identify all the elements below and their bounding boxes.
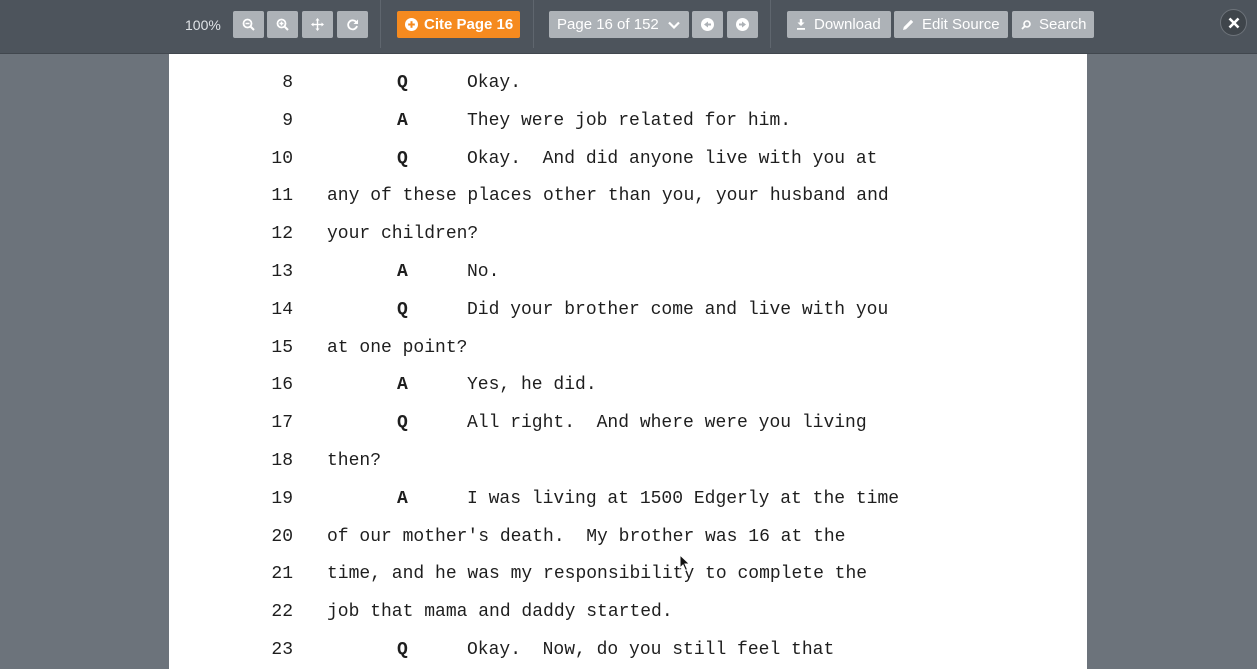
line-text: then?	[327, 451, 382, 471]
line-text: I was living at 1500 Edgerly at the time	[467, 488, 900, 509]
toolbar-divider	[533, 0, 534, 48]
chevron-down-icon	[667, 21, 680, 29]
arrow-left-circle-icon	[701, 18, 714, 31]
transcript-line: 22 job that mama and daddy started.	[169, 589, 1087, 627]
next-page-button[interactable]	[727, 11, 758, 38]
line-number: 18	[271, 451, 293, 471]
line-number: 17	[271, 413, 293, 434]
zoom-in-button[interactable]	[267, 11, 298, 38]
speaker-label: A	[397, 375, 408, 396]
plus-circle-icon	[405, 18, 418, 31]
line-text: Did your brother come and live with you	[467, 299, 889, 320]
rotate-button[interactable]	[337, 11, 368, 38]
transcript-line: 16 A Yes, he did.	[169, 362, 1087, 400]
download-icon	[797, 19, 805, 30]
line-number: 8	[282, 73, 293, 93]
search-icon	[1021, 19, 1031, 30]
close-button[interactable]	[1220, 9, 1247, 36]
speaker-label: A	[397, 262, 408, 282]
line-number: 16	[271, 375, 293, 396]
transcript-line: 9 A They were job related for him.	[169, 98, 1087, 136]
line-number: 14	[271, 299, 293, 320]
zoom-out-button[interactable]	[233, 11, 264, 38]
pencil-icon	[903, 19, 914, 30]
line-number: 12	[271, 224, 293, 245]
line-text: time, and he was my responsibility to co…	[327, 564, 868, 585]
line-number: 9	[282, 110, 293, 131]
search-button[interactable]: Search	[1012, 11, 1094, 38]
transcript-line: 14 Q Did your brother come and live with y…	[169, 287, 1087, 325]
previous-page-button[interactable]	[692, 11, 723, 38]
line-text: They were job related for him.	[467, 110, 792, 131]
line-number: 10	[271, 148, 293, 169]
speaker-label: Q	[397, 148, 408, 169]
transcript-line: 8 Q Okay.	[169, 60, 1087, 98]
line-text: any of these places other than you, your…	[327, 186, 889, 207]
cite-page-button[interactable]: Cite Page 16	[397, 11, 520, 38]
zoom-out-icon	[242, 18, 255, 31]
transcript-line: 17 Q All right. And where were you living	[169, 400, 1087, 438]
toolbar-divider	[770, 0, 771, 48]
transcript-line: 18 then?	[169, 438, 1087, 476]
transcript-line: 20 of our mother's death. My brother was …	[169, 514, 1087, 552]
speaker-label: A	[397, 110, 408, 131]
search-label: Search	[1039, 16, 1087, 33]
close-icon	[1228, 17, 1239, 28]
transcript-line: 15 at one point?	[169, 325, 1087, 363]
page-select-value: Page 16 of 152	[557, 16, 659, 33]
speaker-label: Q	[397, 640, 408, 660]
speaker-label: Q	[397, 73, 408, 93]
line-text: No.	[467, 262, 500, 282]
line-text: Yes, he did.	[467, 375, 597, 396]
arrow-right-circle-icon	[736, 18, 749, 31]
transcript-line: 12 your children?	[169, 211, 1087, 249]
cite-page-label: Cite Page 16	[424, 16, 514, 33]
speaker-label: Q	[397, 299, 408, 320]
speaker-label: A	[397, 488, 408, 509]
download-button[interactable]: Download	[787, 11, 891, 38]
line-text: your children?	[327, 224, 479, 245]
line-number: 21	[271, 564, 293, 585]
line-text: at one point?	[327, 337, 468, 358]
line-number: 19	[271, 488, 293, 509]
line-number: 15	[271, 337, 293, 358]
viewer-toolbar: 100% Cite Page 16 Page 16 of 152 Downloa…	[0, 0, 1257, 54]
zoom-level: 100%	[185, 17, 221, 33]
move-arrows-icon	[311, 18, 324, 31]
line-text: Okay. And did anyone live with you at	[467, 148, 878, 169]
line-text: of our mother's death. My brother was 16…	[327, 526, 846, 547]
transcript-line: 21 time, and he was my responsibility to …	[169, 551, 1087, 589]
rotate-icon	[347, 19, 358, 31]
line-number: 11	[271, 186, 293, 207]
transcript-line: 13 A No.	[169, 249, 1087, 287]
fit-page-button[interactable]	[302, 11, 333, 38]
line-text: Okay. Now, do you still feel that	[467, 640, 835, 660]
line-text: job that mama and daddy started.	[327, 602, 673, 623]
transcript-line: 10 Q Okay. And did anyone live with you at	[169, 136, 1087, 174]
line-text: All right. And where were you living	[467, 413, 867, 434]
line-number: 13	[271, 262, 293, 282]
zoom-in-icon	[276, 18, 289, 31]
mouse-cursor-icon	[679, 554, 691, 572]
line-number: 23	[271, 640, 293, 660]
download-label: Download	[814, 16, 881, 33]
line-number: 22	[271, 602, 293, 623]
transcript-line: 19 A I was living at 1500 Edgerly at the t…	[169, 476, 1087, 514]
transcript-line: 23 Q Okay. Now, do you still feel that	[169, 627, 1087, 665]
page-select[interactable]: Page 16 of 152	[549, 11, 689, 38]
edit-source-button[interactable]: Edit Source	[894, 11, 1008, 38]
edit-source-label: Edit Source	[922, 16, 1000, 33]
speaker-label: Q	[397, 413, 408, 434]
transcript-line: 11 any of these places other than you, yo…	[169, 173, 1087, 211]
toolbar-divider	[380, 0, 381, 48]
line-number: 20	[271, 526, 293, 547]
transcript-page: 8 Q Okay. 9 A They were job related for him. 1…	[169, 54, 1087, 669]
line-text: Okay.	[467, 73, 522, 93]
